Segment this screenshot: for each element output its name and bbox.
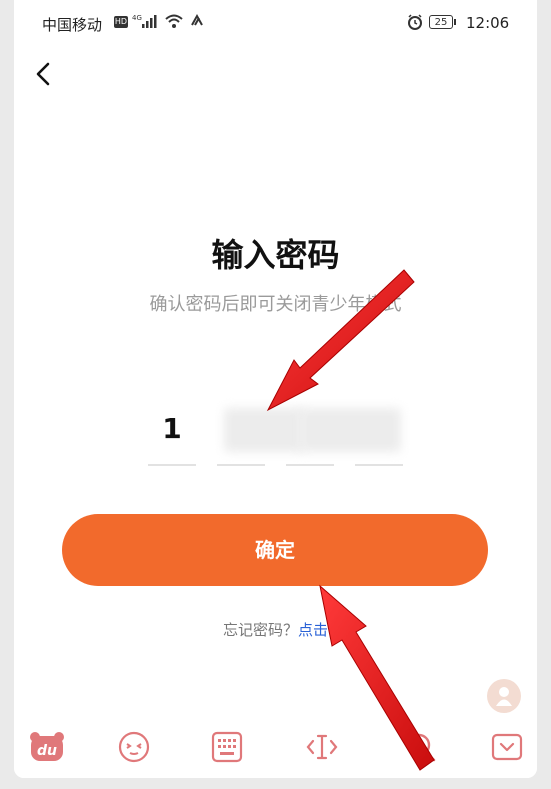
- pin-box[interactable]: [286, 398, 334, 466]
- keyboard-icon: [211, 731, 243, 763]
- page-title: 输入密码: [211, 236, 340, 274]
- nfc-icon: [191, 13, 203, 26]
- keyboard-toolbar: du: [14, 718, 537, 778]
- pin-box[interactable]: [355, 398, 403, 466]
- cursor-icon: [306, 734, 338, 760]
- wifi-icon: [165, 14, 183, 28]
- keyboard-button[interactable]: [208, 728, 246, 766]
- search-button[interactable]: [402, 728, 440, 766]
- collapse-keyboard-icon: [491, 733, 523, 761]
- svg-text:4G: 4G: [132, 14, 142, 22]
- alarm-icon: [408, 14, 422, 30]
- phone-screen: 中国移动 HD 4G 25 12:06 输入密码 确认密码后即可关闭青少年模式 …: [14, 0, 537, 778]
- pin-underline: [217, 464, 265, 466]
- carrier-name: 中国移动: [42, 16, 103, 34]
- du-logo-button[interactable]: du: [28, 728, 66, 766]
- signal-icon: 4G: [132, 14, 157, 28]
- status-time: 12:06: [466, 14, 510, 32]
- pin-underline: [286, 464, 334, 466]
- status-bar: 中国移动 HD 4G 25 12:06: [14, 0, 537, 44]
- emoji-icon: [118, 731, 150, 763]
- chevron-left-icon: [36, 62, 50, 86]
- assistant-float-icon[interactable]: [487, 679, 521, 713]
- search-icon: [407, 733, 436, 762]
- back-button[interactable]: [28, 58, 60, 90]
- du-logo-icon: du: [30, 732, 64, 761]
- forgot-password-text: 忘记密码？: [222, 621, 298, 639]
- battery-indicator: 25: [429, 15, 456, 29]
- emoji-button[interactable]: [115, 728, 153, 766]
- hd-badge: HD: [114, 16, 128, 28]
- pin-box[interactable]: 1: [148, 398, 196, 466]
- collapse-keyboard-button[interactable]: [488, 728, 526, 766]
- forgot-password-link[interactable]: 点击: [298, 621, 328, 639]
- pin-digit: 1: [162, 412, 182, 445]
- pin-input[interactable]: 1: [148, 398, 403, 468]
- pin-underline: [148, 464, 196, 466]
- forgot-password-row: 忘记密码？点击: [14, 619, 537, 640]
- pin-box[interactable]: [217, 398, 265, 466]
- pin-underline: [355, 464, 403, 466]
- page-subtitle: 确认密码后即可关闭青少年模式: [149, 294, 402, 315]
- svg-text:du: du: [37, 743, 57, 759]
- confirm-button[interactable]: 确定: [62, 514, 488, 586]
- cursor-button[interactable]: [303, 728, 341, 766]
